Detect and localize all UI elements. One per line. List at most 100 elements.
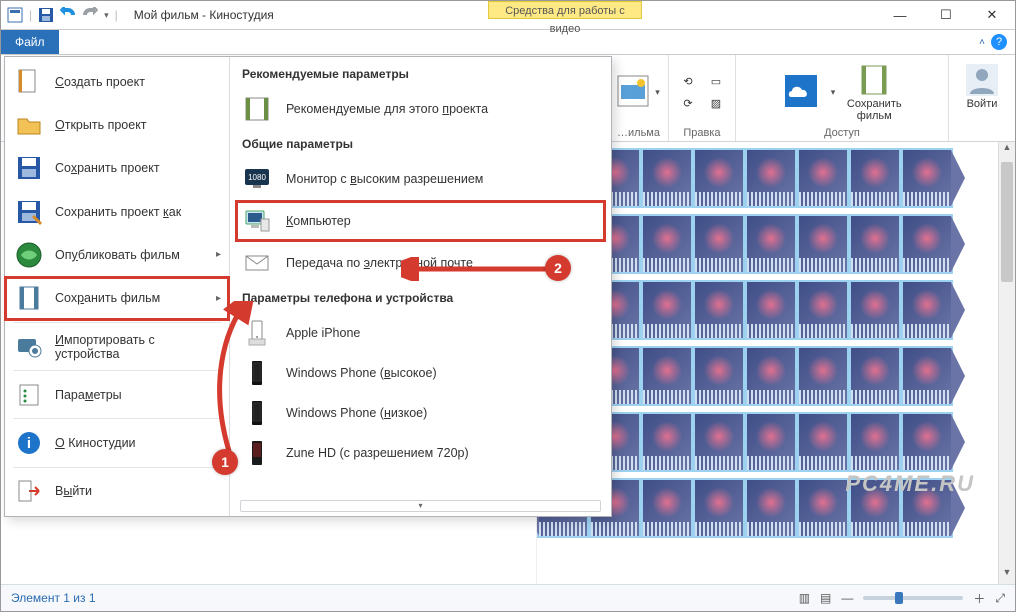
ribbon-group-movie: ▾ …ильма	[609, 55, 669, 141]
menu-item-new-project[interactable]: Создать проект	[5, 60, 229, 103]
menu-item-save-project[interactable]: Сохранить проект	[5, 147, 229, 190]
option-hd-monitor[interactable]: 1080 Монитор с высоким разрешением	[230, 159, 611, 199]
clip-thumbnail[interactable]	[641, 280, 693, 340]
delete-icon[interactable]: ▨	[705, 94, 727, 112]
menu-item-options[interactable]: Параметры	[5, 373, 229, 416]
clip-thumbnail[interactable]	[797, 214, 849, 274]
close-button[interactable]: ✕	[969, 1, 1015, 30]
zoom-out-icon[interactable]: —	[841, 591, 853, 605]
clip-thumbnail[interactable]	[641, 412, 693, 472]
thumbnail-icon[interactable]	[617, 75, 649, 110]
clip-thumbnail[interactable]	[745, 346, 797, 406]
contextual-tab-video-tools[interactable]: Средства для работы с видео	[488, 1, 642, 19]
zoom-slider-thumb[interactable]	[895, 592, 903, 604]
view-filmstrip-icon[interactable]: ▤	[820, 591, 831, 605]
annotation-badge-2: 2	[545, 255, 571, 281]
clip-thumbnail[interactable]	[745, 478, 797, 538]
menu-item-save-project-as[interactable]: Сохранить проект как	[5, 190, 229, 233]
about-icon: i	[15, 429, 43, 457]
vertical-scrollbar[interactable]: ▲ ▼	[998, 142, 1015, 584]
file-tab[interactable]: Файл	[1, 30, 59, 54]
option-wp-high[interactable]: Windows Phone (высокое)	[230, 353, 611, 393]
clip-thumbnail[interactable]	[745, 148, 797, 208]
menu-item-save-movie[interactable]: Сохранить фильм▸	[5, 277, 229, 320]
clip-thumbnail[interactable]	[901, 412, 953, 472]
clip-thumbnail[interactable]	[693, 412, 745, 472]
menu-item-import-device[interactable]: Импортировать с устройства	[5, 325, 229, 368]
menu-item-exit[interactable]: Выйти	[5, 470, 229, 513]
clip-thumbnail[interactable]	[745, 214, 797, 274]
save-movie-button[interactable]: Сохранить фильм	[849, 62, 899, 122]
save-icon[interactable]	[38, 7, 54, 23]
clip-thumbnail[interactable]	[745, 280, 797, 340]
clip-thumbnail[interactable]	[797, 346, 849, 406]
clip-thumbnail[interactable]	[641, 346, 693, 406]
undo-icon[interactable]	[60, 7, 76, 23]
option-computer[interactable]: Компьютер	[236, 201, 605, 241]
clip-thumbnail[interactable]	[901, 214, 953, 274]
clip-thumbnail[interactable]	[693, 346, 745, 406]
clip-thumbnail[interactable]	[745, 412, 797, 472]
redo-icon[interactable]	[82, 7, 98, 23]
clip-thumbnail[interactable]	[693, 148, 745, 208]
maximize-button[interactable]: ☐	[923, 1, 969, 30]
menu-item-publish-movie[interactable]: Опубликовать фильм▸	[5, 233, 229, 276]
clip-thumbnail[interactable]	[849, 412, 901, 472]
zoom-slider[interactable]	[863, 596, 963, 600]
fullscreen-icon[interactable]: ⤢	[995, 591, 1005, 606]
clip-thumbnail[interactable]	[849, 214, 901, 274]
menu-item-label: Сохранить проект	[55, 161, 160, 175]
rotate-right-icon[interactable]: ⟳	[677, 94, 699, 112]
computer-icon	[242, 206, 272, 236]
clip-thumbnail[interactable]	[849, 148, 901, 208]
clip-thumbnail[interactable]	[641, 148, 693, 208]
option-wp-low[interactable]: Windows Phone (низкое)	[230, 393, 611, 433]
clip-thumbnail[interactable]	[797, 148, 849, 208]
option-label: Windows Phone (высокое)	[286, 366, 437, 380]
view-thumbnails-icon[interactable]: ▥	[799, 591, 810, 605]
onedrive-icon[interactable]	[785, 75, 817, 110]
help-icon[interactable]: ?	[991, 34, 1007, 50]
zoom-in-icon[interactable]: ＋	[973, 590, 985, 607]
ribbon-group-label: Доступ	[824, 127, 860, 139]
clip-thumbnail[interactable]	[693, 214, 745, 274]
clip-thumbnail[interactable]	[901, 280, 953, 340]
scroll-down-icon[interactable]: ▼	[999, 567, 1015, 584]
rotate-left-icon[interactable]: ⟲	[677, 72, 699, 90]
option-label: Компьютер	[286, 214, 351, 228]
svg-text:i: i	[27, 435, 31, 452]
clip-thumbnail[interactable]	[901, 148, 953, 208]
scroll-down-hint-icon[interactable]: ▾	[240, 500, 601, 512]
clip-thumbnail[interactable]	[797, 280, 849, 340]
file-menu: Создать проектОткрыть проект Сохранить пр…	[4, 56, 612, 517]
option-recommended[interactable]: Рекомендуемые для этого проекта	[230, 89, 611, 129]
qat-dropdown-icon[interactable]: ▾	[104, 10, 109, 21]
exit-icon	[15, 477, 43, 505]
collapse-ribbon-icon[interactable]: ˄	[979, 37, 985, 48]
chevron-down-icon[interactable]: ▾	[655, 87, 660, 98]
option-iphone[interactable]: Apple iPhone	[230, 313, 611, 353]
menu-item-about[interactable]: iО Киностудии	[5, 421, 229, 464]
qat-divider: |	[115, 8, 118, 22]
signin-button[interactable]: Войти	[957, 62, 1007, 122]
option-label: Монитор с высоким разрешением	[286, 172, 483, 186]
minimize-button[interactable]: —	[877, 1, 923, 30]
scrollbar-thumb[interactable]	[1001, 162, 1013, 282]
clip-thumbnail[interactable]	[641, 478, 693, 538]
phone-icon	[242, 398, 272, 428]
select-all-icon[interactable]: ▭	[705, 72, 727, 90]
clip-thumbnail[interactable]	[797, 412, 849, 472]
clip-thumbnail[interactable]	[693, 478, 745, 538]
clip-thumbnail[interactable]	[849, 280, 901, 340]
clip-thumbnail[interactable]	[693, 280, 745, 340]
clip-thumbnail[interactable]	[797, 478, 849, 538]
scroll-up-icon[interactable]: ▲	[999, 142, 1015, 159]
option-zune[interactable]: Zune HD (с разрешением 720p)	[230, 433, 611, 473]
menu-item-label: Опубликовать фильм	[55, 248, 180, 262]
clip-thumbnail[interactable]	[849, 346, 901, 406]
clip-thumbnail[interactable]	[641, 214, 693, 274]
clip-thumbnail[interactable]	[901, 346, 953, 406]
menu-item-open-project[interactable]: Открыть проект	[5, 103, 229, 146]
chevron-down-icon[interactable]: ▾	[831, 87, 836, 98]
import-icon	[15, 333, 43, 361]
